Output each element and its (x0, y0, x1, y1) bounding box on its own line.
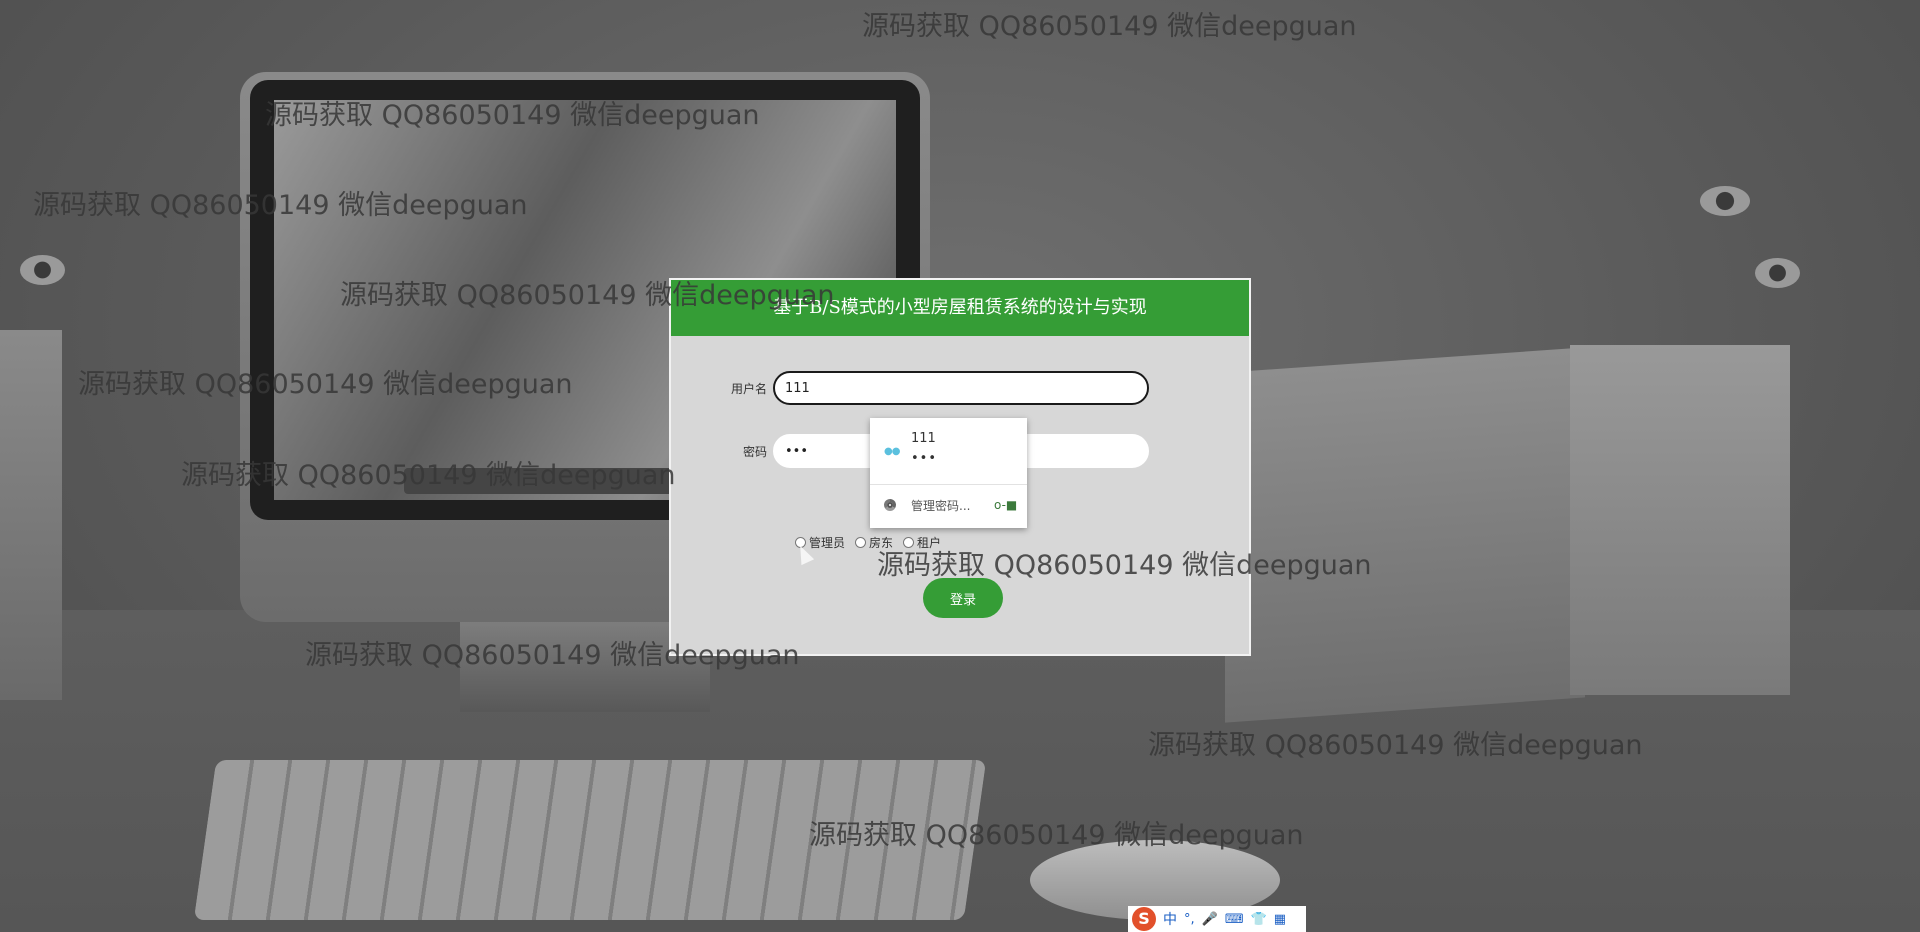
background-roll (1700, 186, 1750, 216)
punctuation-icon[interactable]: °, (1184, 912, 1195, 927)
autofill-popup: ●● 111 ••• 管理密码... o-■ (870, 418, 1027, 528)
autofill-password: ••• (911, 451, 938, 466)
toolbox-icon[interactable]: ▦ (1274, 912, 1286, 927)
manage-passwords-item[interactable]: 管理密码... o-■ (870, 485, 1027, 528)
role-admin-label: 管理员 (809, 536, 846, 550)
background-bag (0, 330, 62, 700)
login-button[interactable]: 登录 (923, 578, 1003, 618)
key-icon: ●● (884, 446, 900, 457)
ime-toolbar: S 中 °, 🎤 ⌨ 👕 ▦ (1128, 906, 1306, 932)
keyboard-icon[interactable]: ⌨ (1225, 912, 1244, 927)
autofill-saved-credential[interactable]: ●● 111 ••• (870, 418, 1027, 480)
monitor-dock (404, 468, 704, 494)
manage-passwords-label: 管理密码... (911, 499, 971, 513)
sogou-logo-icon[interactable]: S (1132, 907, 1156, 931)
username-label: 用户名 (730, 382, 767, 396)
role-tenant-label: 租户 (917, 536, 942, 550)
username-input[interactable] (773, 371, 1149, 405)
password-label: 密码 (742, 445, 767, 459)
microphone-icon[interactable]: 🎤 (1202, 912, 1218, 927)
skin-icon[interactable]: 👕 (1251, 912, 1267, 927)
login-title: 基于B/S模式的小型房屋租赁系统的设计与实现 (671, 280, 1249, 336)
autofill-username: 111 (911, 431, 936, 446)
background-bag (1225, 347, 1585, 723)
role-landlord-radio[interactable] (855, 537, 867, 548)
background-keyboard (193, 760, 987, 920)
role-landlord-label: 房东 (869, 536, 894, 550)
role-tenant-option[interactable]: 租户 (903, 534, 941, 551)
role-landlord-option[interactable]: 房东 (855, 534, 893, 551)
background-bag (1570, 345, 1790, 695)
ime-mode-toggle[interactable]: 中 (1163, 909, 1177, 929)
password-key-icon: o-■ (994, 498, 1018, 512)
background-roll (1755, 258, 1800, 288)
background-roll (20, 255, 65, 285)
role-radio-group: 管理员 房东 租户 (795, 534, 941, 551)
role-tenant-radio[interactable] (903, 537, 915, 548)
chrome-icon (884, 499, 896, 511)
